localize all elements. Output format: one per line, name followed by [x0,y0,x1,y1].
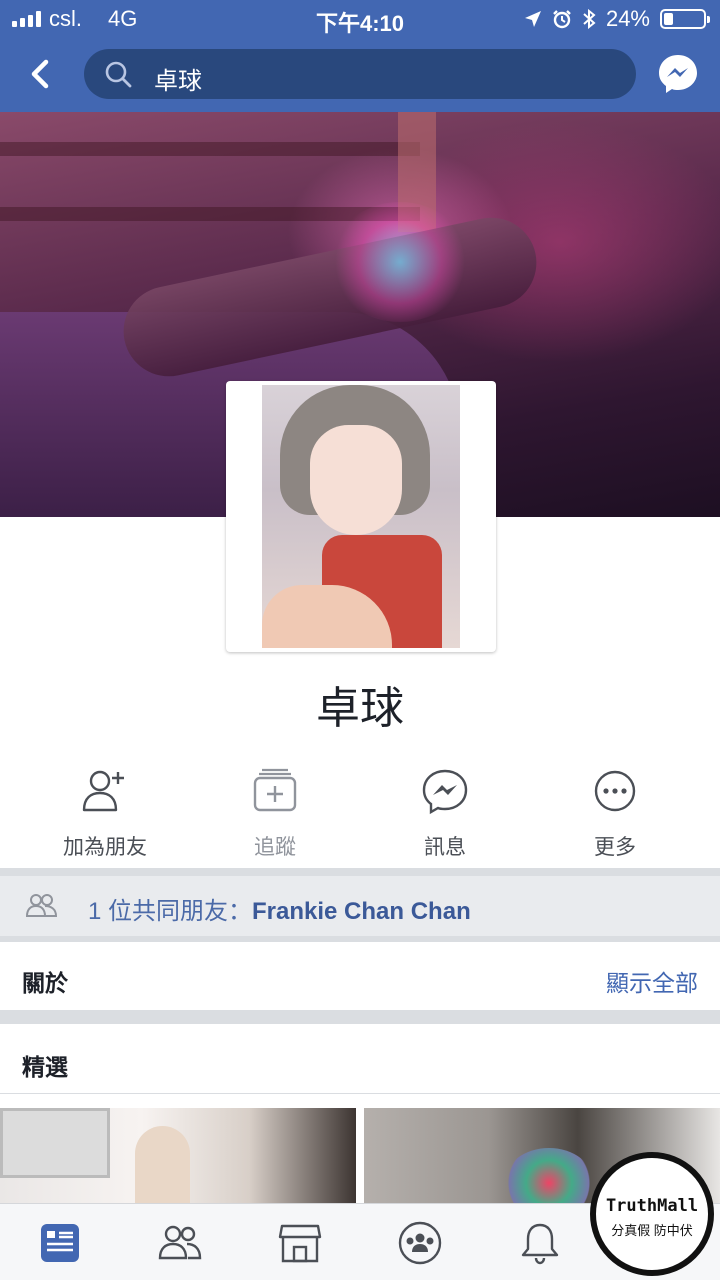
mutual-friend-name[interactable]: Frankie Chan Chan [252,898,471,925]
see-all-link[interactable]: 顯示全部 [606,964,698,998]
more-icon [594,770,636,812]
divider [0,868,720,876]
mutual-friends-prefix: 1 位共同朋友： [88,898,253,925]
follow-button[interactable]: 追蹤 [190,762,360,862]
news-feed-icon[interactable] [37,1220,83,1266]
top-bar: csl. 4G 下午4:10 24% 卓球 [0,0,720,112]
status-bar: csl. 4G 下午4:10 24% [0,0,720,36]
featured-section: 精選 [0,1024,720,1094]
profile-name: 卓球 [316,684,404,733]
mutual-friends-text[interactable]: 1 位共同朋友：Frankie Chan Chan [88,891,471,926]
messenger-icon[interactable] [656,52,700,96]
about-section: 關於 顯示全部 [0,942,720,1010]
groups-icon[interactable] [397,1220,443,1266]
add-friend-icon [82,770,124,812]
message-button[interactable]: 訊息 [360,762,530,862]
watermark-logo: TruthMall 分真假 防中伏 [590,1152,714,1276]
location-arrow-icon [524,11,541,27]
search-input[interactable]: 卓球 [84,49,636,99]
mutual-friends-row[interactable]: 1 位共同朋友：Frankie Chan Chan [0,876,720,936]
bluetooth-icon [583,9,596,29]
more-label: 更多 [594,836,636,859]
message-label: 訊息 [424,836,466,859]
notifications-icon[interactable] [517,1220,563,1266]
search-icon [105,61,132,88]
featured-title: 精選 [22,1054,68,1080]
battery-icon [660,9,710,29]
battery-percent: 24% [605,6,650,31]
divider [0,1010,720,1024]
about-title: 關於 [22,970,68,996]
profile-picture-frame[interactable] [226,381,496,652]
follow-label: 追蹤 [254,836,296,859]
profile-actions: 加為朋友 追蹤 訊息 更多 [0,762,720,862]
alarm-icon [553,10,571,29]
featured-photo[interactable] [0,1108,356,1203]
friends-icon[interactable] [157,1220,203,1266]
watermark-title: TruthMall [605,1196,699,1216]
follow-icon [253,768,297,812]
back-arrow-icon[interactable] [22,54,62,94]
friends-icon [26,894,58,917]
messenger-icon [422,769,468,815]
more-button[interactable]: 更多 [530,762,700,862]
add-friend-label: 加為朋友 [63,836,147,859]
profile-picture [262,385,460,648]
marketplace-icon[interactable] [277,1220,323,1266]
add-friend-button[interactable]: 加為朋友 [20,762,190,862]
search-query: 卓球 [154,68,202,95]
watermark-subtitle: 分真假 防中伏 [611,1223,693,1238]
